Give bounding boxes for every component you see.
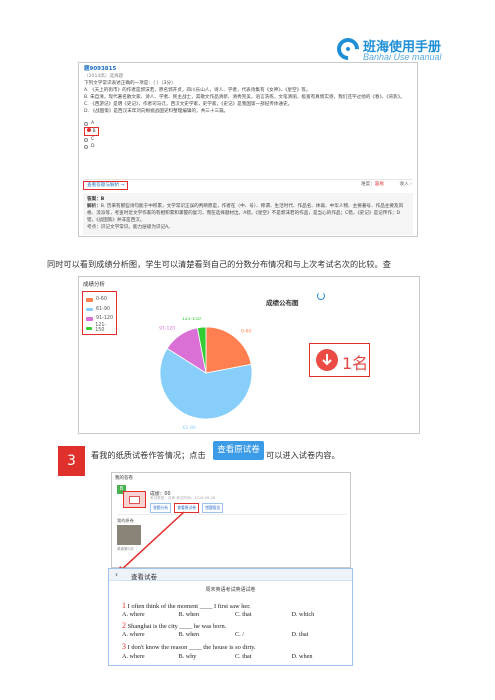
legend-item[interactable]: 0-60 xyxy=(86,295,113,305)
card-meta: 考试类型：月考 考试时间：2016-09-28 xyxy=(150,496,216,500)
step-text-after: 可以进入试卷内容。 xyxy=(266,450,340,460)
view-original-paper-button[interactable]: 查看原试卷 xyxy=(213,441,264,460)
view-paper-title: 查看试卷 xyxy=(131,573,157,581)
brand-subtitle: Banhai Use manual xyxy=(363,52,442,62)
chart-legend: 0-60 61-90 91-120 121-150 xyxy=(82,291,117,335)
legend-label: 61-90 xyxy=(96,306,110,312)
question-3: 3 I don't know the reason ____ the house… xyxy=(122,642,256,651)
legend-swatch xyxy=(86,307,93,311)
question-screenshot: 题9093815 （2014高）选择题 下列文学常识表述正确的一项是：（ ）（3… xyxy=(78,62,418,237)
legend-swatch xyxy=(86,298,93,302)
statement-a: A. 《天上的街市》的作者是郭沫若，原名郭开贞，四川乐山人，诗人、学者，代表诗集… xyxy=(84,88,311,93)
slice-label: 121-150 xyxy=(182,317,201,322)
radio-icon xyxy=(84,137,88,142)
back-icon[interactable]: ‹ xyxy=(115,570,118,579)
selected-option-highlight: B xyxy=(84,127,99,136)
statement-b: B. 朱自清，现代著名散文家、诗人、学者、民主战士，其散文作品清新、清秀完美，语… xyxy=(84,95,405,100)
option-d[interactable]: D xyxy=(84,143,412,150)
statement-d: D. 《战国策》是西汉末年刘向根据战国史料整理编辑的，共三十三篇。 xyxy=(84,109,229,114)
knowledge-point: 考点：识记文学常识。能力层级为识记A。 xyxy=(87,225,173,230)
legend-label: 121-150 xyxy=(95,323,107,334)
option-b[interactable]: B xyxy=(84,127,412,136)
collect-link[interactable]: 收入 › xyxy=(400,181,413,188)
question-stem: 下列文学常识表述正确的一项是：（ ）（3分） xyxy=(84,81,176,86)
analysis: 解析：B. 历来有那些诗句能于中积累，文学常识正误的判断原是，作者在（中、号）、… xyxy=(87,204,404,223)
question-1-options: A. where B. when C. that D. which xyxy=(122,611,315,618)
pie-chart: 0-60 61-90 91-120 121-150 xyxy=(159,317,253,429)
legend-swatch xyxy=(86,317,93,321)
answer-analysis-box: 答案：B 解析：B. 历来有那些诗句能于中积累，文学常识正误的判断原是，作者在（… xyxy=(83,193,413,235)
question-2-options: A. where B. when C. / D. that xyxy=(122,631,309,638)
view-analysis-link[interactable]: 查看答题与解析 → xyxy=(83,181,129,190)
legend-label: 0-60 xyxy=(96,297,107,303)
legend-item[interactable]: 61-90 xyxy=(86,305,113,315)
option-c[interactable]: C xyxy=(84,136,412,143)
my-paper-title: 我的答卷 xyxy=(115,476,133,481)
step-number: 3 xyxy=(58,446,85,476)
error-report-button[interactable]: 错题报告 xyxy=(202,503,224,513)
difficulty: 难度：容易 xyxy=(361,182,384,187)
question-1: 1 I often think of the moment ____ I fir… xyxy=(122,601,251,610)
question-id: 题9093815 xyxy=(84,66,117,72)
slice-label: 91-120 xyxy=(159,326,175,332)
refresh-icon[interactable] xyxy=(317,292,325,300)
question-2: 2 Shanghai is the city ____ he was born. xyxy=(122,621,227,630)
score-analysis-panel: 成绩分析 0-60 61-90 91-120 121-150 成绩公布图 0-60 61… xyxy=(78,276,420,434)
answer-label: 答案：B xyxy=(87,197,105,202)
slice-label: 61-90 xyxy=(183,425,196,429)
legend-label: 91-120 xyxy=(96,316,113,322)
paper-name: 周末英语考试英语试卷 xyxy=(205,587,256,593)
view-paper-header: ‹ 查看试卷 xyxy=(109,569,352,581)
legend-swatch xyxy=(86,326,93,330)
radio-selected-icon xyxy=(87,128,91,132)
view-paper-screenshot: ‹ 查看试卷 周末英语考试英语试卷 1 I often think of the… xyxy=(108,568,353,666)
rank-change-text: 1名 xyxy=(342,354,369,373)
rank-down-icon xyxy=(316,349,338,371)
paper-thumbnail[interactable] xyxy=(123,491,146,508)
slice-label: 0-60 xyxy=(241,329,251,335)
question-meta: （2014高）选择题 xyxy=(84,74,124,79)
panel-title: 成绩分析 xyxy=(83,282,106,288)
step-text-before: 看我的纸质试卷作答情况；点击 xyxy=(91,450,206,460)
chart-title: 成绩公布图 xyxy=(266,299,299,307)
question-3-options: A. where B. why C. that D. when xyxy=(122,653,313,660)
radio-icon xyxy=(84,121,88,126)
question-footer: 查看答题与解析 → 难度：容易 收入 › xyxy=(83,179,413,190)
statement-c: C. 《西游记》是明《史记》，作者司马迁，西汉文史学家，史学家，《史记》是我国第… xyxy=(84,102,293,107)
description-text: 同时可以看到成绩分析图，学生可以清楚看到自己的分数分布情况和与上次考试名次的比较… xyxy=(47,259,391,269)
brand-logo-icon xyxy=(332,33,364,65)
rank-change-box: 1名 xyxy=(309,343,370,377)
radio-icon xyxy=(84,144,88,149)
legend-item[interactable]: 121-150 xyxy=(86,323,113,334)
option-a[interactable]: A xyxy=(84,120,412,127)
